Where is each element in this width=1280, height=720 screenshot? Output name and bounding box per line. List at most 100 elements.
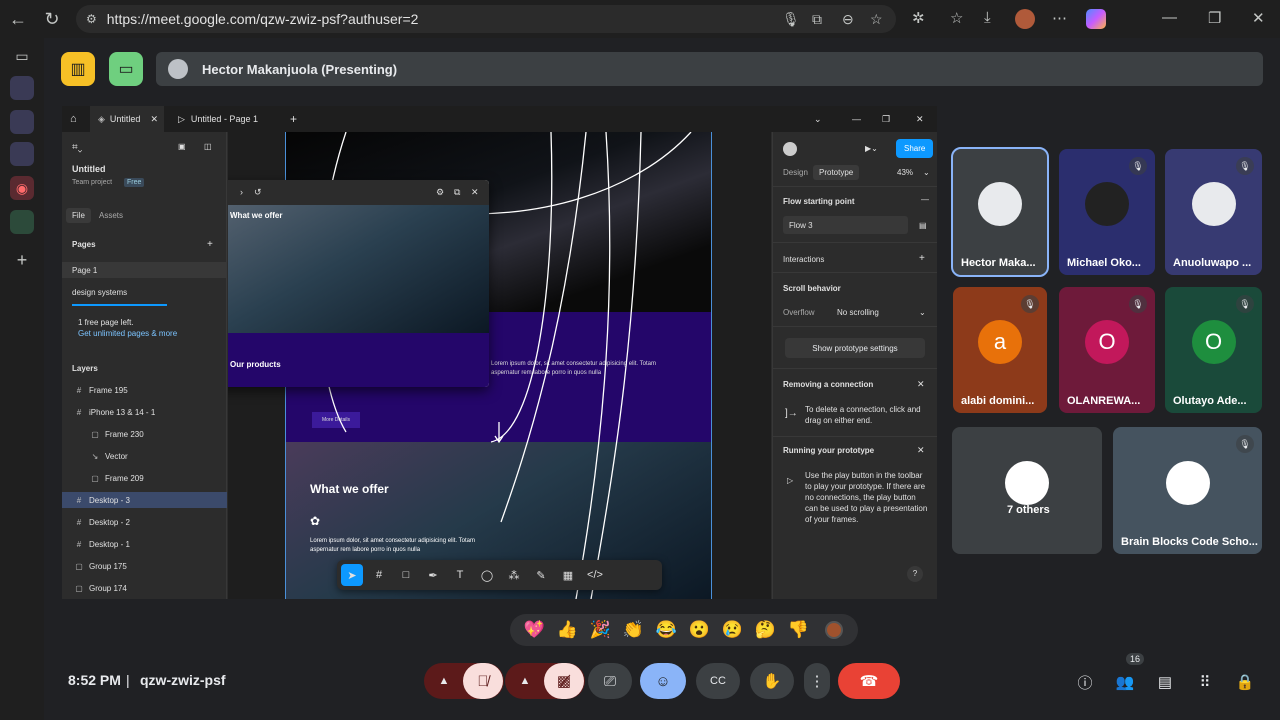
flow-copy-icon[interactable]: ▤ (919, 221, 927, 230)
participant-tile[interactable]: Michael Oko... 🎙 (1059, 149, 1155, 275)
leave-call-button[interactable]: ☎ (838, 663, 900, 699)
app-icon-yellow[interactable]: ▥ (61, 52, 95, 86)
layer-item[interactable]: # Desktop - 3 (62, 492, 227, 508)
prototype-preview[interactable]: ‹ › ↺ ⚙ ⧉ ✕ What we offer Our products (228, 180, 489, 387)
tab-favicon-3[interactable] (10, 142, 34, 166)
open-in-tab-icon[interactable]: ⧉ (812, 11, 822, 28)
home-icon[interactable]: ⌂ (70, 106, 77, 132)
layer-item[interactable]: ▢ Group 175 (62, 558, 227, 574)
tab-favicon-2[interactable] (10, 110, 34, 134)
info-icon[interactable]: ⓘ (1072, 670, 1098, 694)
mic-off-icon[interactable]: 🎙̸ (463, 663, 503, 699)
layer-item[interactable]: ▢ Frame 230 (62, 426, 227, 442)
more-menu-icon[interactable]: ⋯ (1052, 9, 1067, 27)
close-icon[interactable]: ✕ (917, 379, 925, 390)
new-tab-icon[interactable]: + (290, 106, 297, 132)
close-window-icon[interactable]: ✕ (1252, 9, 1265, 27)
user-avatar[interactable] (783, 142, 797, 156)
layer-item[interactable]: # iPhone 13 & 14 - 1 (62, 404, 227, 420)
remove-flow-icon[interactable]: — (921, 195, 929, 204)
tab-favicon-1[interactable] (10, 76, 34, 100)
tab-design[interactable]: Design (783, 168, 808, 177)
host-controls-icon[interactable]: 🔒 (1232, 670, 1258, 694)
settings-icon[interactable]: ⚙ (436, 187, 444, 198)
chevron-up-icon[interactable]: ▲ (425, 675, 463, 687)
skin-tone-icon[interactable] (825, 621, 843, 639)
pen-tool-icon[interactable]: ✒ (422, 564, 444, 586)
forward-icon[interactable]: › (240, 187, 243, 197)
participant-tile[interactable]: Hector Maka... (951, 147, 1049, 277)
layer-item[interactable]: ▢ Group 174 (62, 580, 227, 596)
chevron-down-icon[interactable]: ⌄ (814, 106, 822, 132)
reaction-emoji[interactable]: 💖 (518, 620, 551, 640)
minimize-icon[interactable]: — (1162, 9, 1177, 26)
camera-off-icon[interactable]: ▩̸ (544, 663, 584, 699)
zoom-level[interactable]: 43% (897, 168, 913, 177)
participant-tile[interactable]: a alabi domini... 🎙 (953, 287, 1047, 413)
participant-tile[interactable]: Brain Blocks Code Scho... 🎙 (1113, 427, 1262, 554)
layer-item[interactable]: ↘ Vector (62, 448, 227, 464)
rectangle-tool-icon[interactable]: □ (395, 564, 417, 586)
captions-button[interactable]: CC (696, 663, 740, 699)
meet-tab-icon[interactable]: ◉ (10, 176, 34, 200)
figma-tab-page[interactable]: ▷ Untitled - Page 1 (178, 106, 258, 132)
address-bar[interactable]: ⚙ https://meet.google.com/qzw-zwiz-psf?a… (76, 5, 896, 33)
main-menu-icon[interactable]: ⌗⌄ (72, 142, 82, 153)
participant-tile[interactable]: 7 others (952, 427, 1102, 554)
upsell-link[interactable]: Get unlimited pages & more (78, 329, 177, 338)
share-button[interactable]: Share (896, 139, 934, 158)
present-icon[interactable]: ▶⌄ (865, 144, 878, 153)
site-info-icon[interactable]: ⚙ (86, 12, 97, 26)
page-item[interactable]: design systems (62, 284, 227, 300)
tab-file[interactable]: File (66, 208, 91, 223)
minimize-icon[interactable]: — (852, 106, 861, 132)
people-icon[interactable]: 👥 (1112, 670, 1138, 694)
chevron-down-icon[interactable]: ⌄ (923, 168, 930, 177)
draw-mode-icon[interactable]: ✎ (530, 564, 552, 586)
reaction-emoji[interactable]: 🤔 (749, 620, 782, 640)
app-icon-green[interactable]: ▭ (109, 52, 143, 86)
components-icon[interactable]: ⁂ (503, 564, 525, 586)
add-tab-icon[interactable]: + (10, 248, 34, 272)
move-tool-icon[interactable]: ➤ (341, 564, 363, 586)
zoom-icon[interactable]: ⊖ (842, 11, 854, 28)
extensions-icon[interactable]: ✲ (912, 9, 925, 27)
chevron-down-icon[interactable]: ⌄ (919, 308, 926, 317)
tab-prototype[interactable]: Prototype (813, 165, 860, 180)
participant-tile[interactable]: O Olutayo Ade... 🎙 (1165, 287, 1262, 413)
raise-hand-button[interactable]: ✋ (750, 663, 794, 699)
figma-canvas[interactable]: Lorem ipsum dolor, sit amet consectetur … (228, 132, 771, 599)
reaction-emoji[interactable]: 😮 (683, 620, 716, 640)
text-tool-icon[interactable]: T (449, 564, 471, 586)
page-item[interactable]: Page 1 (62, 262, 227, 278)
reaction-emoji[interactable]: 👍 (551, 620, 584, 640)
close-icon[interactable]: ✕ (471, 187, 479, 198)
reaction-emoji[interactable]: 🎉 (584, 620, 617, 640)
comment-tool-icon[interactable]: ◯ (476, 564, 498, 586)
close-icon[interactable]: ✕ (917, 445, 925, 456)
copilot-icon[interactable] (1086, 9, 1106, 29)
design-mode-icon[interactable]: ▦ (557, 564, 579, 586)
restore-icon[interactable]: ❐ (1208, 9, 1221, 27)
bookmark-star-icon[interactable]: ☆ (870, 11, 883, 28)
layer-item[interactable]: ▢ Frame 209 (62, 470, 227, 486)
activities-icon[interactable]: ⠿ (1192, 670, 1218, 694)
restore-icon[interactable]: ❐ (882, 106, 890, 132)
show-prototype-settings-button[interactable]: Show prototype settings (785, 338, 925, 358)
chevron-up-icon[interactable]: ▲ (506, 675, 544, 687)
open-external-icon[interactable]: ⧉ (454, 187, 460, 198)
layer-item[interactable]: # Desktop - 2 (62, 514, 227, 530)
dev-mode-icon[interactable]: </> (584, 564, 606, 586)
favorites-icon[interactable]: ☆ (950, 9, 963, 27)
present-screen-button[interactable]: ⎚ (588, 663, 632, 699)
more-options-button[interactable]: ⋮ (804, 663, 830, 699)
panel-toggle-icon[interactable]: ◫ (204, 142, 212, 151)
back-icon[interactable]: ← (4, 5, 32, 33)
profile-avatar[interactable] (1015, 9, 1035, 29)
reaction-emoji[interactable]: 👎 (782, 620, 815, 640)
reaction-emoji[interactable]: 😢 (716, 620, 749, 640)
tab-actions-icon[interactable]: ▭ (10, 44, 34, 68)
downloads-icon[interactable]: ⤓ (984, 9, 991, 26)
restart-icon[interactable]: ↺ (254, 187, 262, 198)
layer-item[interactable]: # Desktop - 1 (62, 536, 227, 552)
